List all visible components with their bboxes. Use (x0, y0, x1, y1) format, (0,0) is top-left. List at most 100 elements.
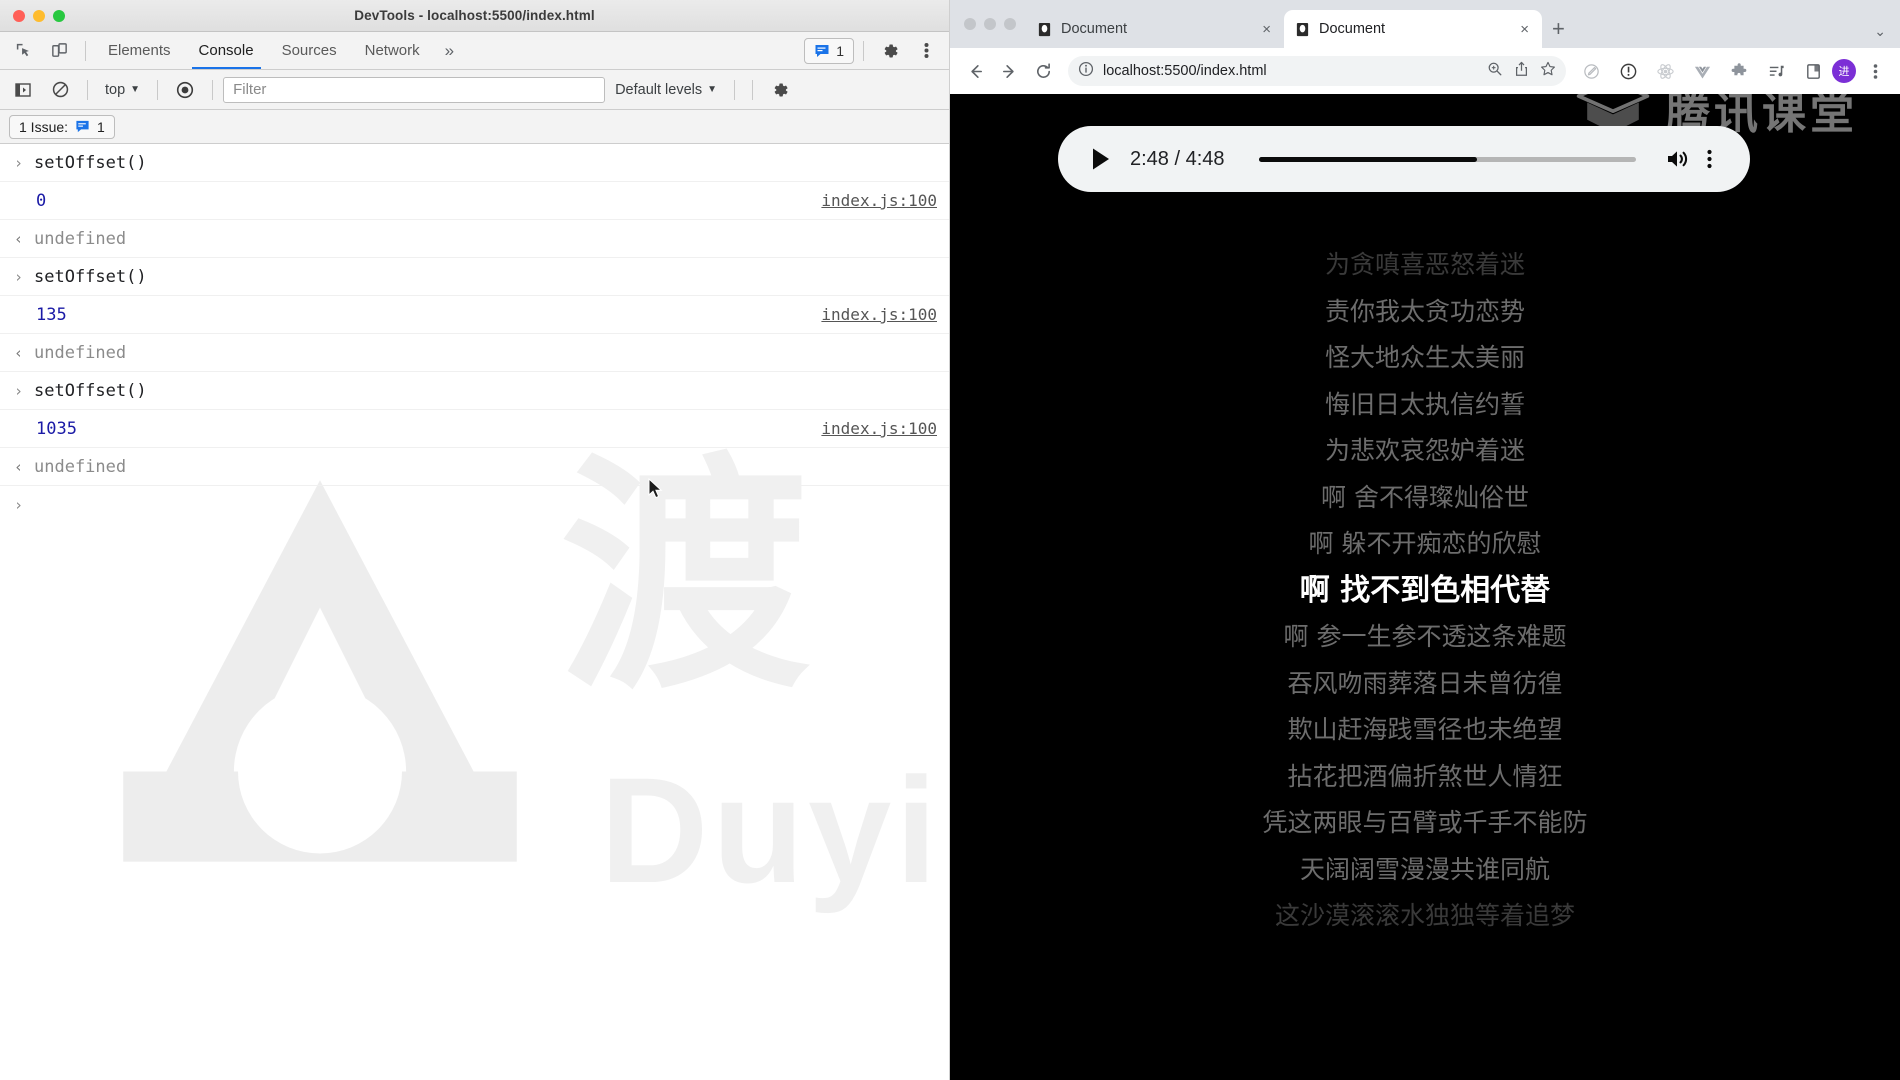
new-tab-plus-icon[interactable]: + (1552, 16, 1565, 42)
vue-devtools-icon[interactable] (1687, 56, 1717, 86)
browser-traffic-lights[interactable] (960, 0, 1026, 48)
filter-divider-3 (212, 79, 214, 100)
close-tab-icon[interactable]: × (1259, 21, 1274, 38)
close-window-button[interactable] (13, 9, 25, 22)
console-source-link[interactable]: index.js:100 (821, 305, 937, 324)
lyric-line[interactable]: 怪大地众生太美丽 (950, 335, 1900, 382)
zoom-magnifier-icon[interactable] (1487, 61, 1503, 81)
console-source-link[interactable]: index.js:100 (821, 419, 937, 438)
tab-search-chevron-icon[interactable]: ⌄ (1874, 23, 1900, 48)
lyric-line[interactable]: 啊 躲不开痴恋的欣慰 (950, 521, 1900, 568)
lyric-line[interactable]: 凭这两眼与百臂或千手不能防 (950, 800, 1900, 847)
lyric-line[interactable]: 责你我太贪功恋势 (950, 289, 1900, 336)
lyric-line-active[interactable]: 啊 找不到色相代替 (950, 568, 1900, 615)
console-row-input[interactable]: › setOffset() (0, 258, 949, 296)
console-row-value[interactable]: 135 index.js:100 (0, 296, 949, 334)
console-row-result[interactable]: ‹ undefined (0, 334, 949, 372)
devtools-tab-elements[interactable]: Elements (95, 33, 184, 69)
site-info-circle-icon[interactable] (1078, 61, 1094, 81)
input-arrow-icon: › (14, 267, 24, 286)
devtools-tab-console[interactable]: Console (186, 33, 267, 69)
console-message-area[interactable]: 渡 Duyi › setOffset() 0 index.js:100 ‹ un… (0, 144, 949, 1080)
media-list-icon[interactable] (1761, 56, 1791, 86)
issues-counter-button[interactable]: 1 (804, 37, 854, 64)
lyric-line[interactable]: 啊 舍不得璨灿俗世 (950, 475, 1900, 522)
console-row-result[interactable]: ‹ undefined (0, 220, 949, 258)
lyric-line[interactable]: 为悲欢哀怨妒着迷 (950, 428, 1900, 475)
lyrics-container[interactable]: 为贪嗔喜恶怒着迷 责你我太贪功恋势 怪大地众生太美丽 悔旧日太执信约誓 为悲欢哀… (950, 242, 1900, 1080)
issues-summary-chip[interactable]: 1 Issue: 1 (9, 114, 115, 139)
play-icon[interactable] (1084, 147, 1118, 171)
inspect-element-icon[interactable] (6, 36, 40, 66)
lyric-line[interactable]: 天阔阔雪漫漫共谁同航 (950, 847, 1900, 894)
progress-slider[interactable] (1258, 156, 1636, 162)
player-kebab-menu-icon[interactable] (1694, 148, 1724, 170)
lyric-line[interactable]: 这沙漠滚滚水独独等着追梦 (950, 893, 1900, 940)
browser-tab-1[interactable]: Document × (1026, 10, 1284, 48)
volume-high-icon[interactable] (1662, 147, 1694, 171)
issues-count: 1 (836, 42, 844, 59)
lyric-line[interactable]: 吞风吻雨葬落日未曾彷徨 (950, 661, 1900, 708)
toolbar-divider (85, 40, 86, 61)
execution-context-select[interactable]: top ▼ (98, 79, 147, 101)
live-expression-icon[interactable] (168, 75, 202, 105)
forward-arrow-icon[interactable] (994, 56, 1024, 86)
devtools-tab-sources[interactable]: Sources (269, 33, 350, 69)
avatar[interactable]: 进 (1832, 59, 1856, 83)
console-source-link[interactable]: index.js:100 (821, 191, 937, 210)
back-arrow-icon[interactable] (960, 56, 990, 86)
console-row-value[interactable]: 1035 index.js:100 (0, 410, 949, 448)
window-traffic-lights[interactable] (13, 9, 65, 22)
console-filter-input[interactable] (223, 76, 606, 103)
lyric-line[interactable]: 为贪嗔喜恶怒着迷 (950, 242, 1900, 289)
console-prompt-row[interactable]: › (0, 486, 949, 524)
extensions-puzzle-icon[interactable] (1724, 56, 1754, 86)
toolbar-divider-2 (863, 40, 864, 61)
minimize-window-button[interactable] (33, 9, 45, 22)
console-logged-value: 1035 (36, 418, 77, 439)
devtools-tabbar: Elements Console Sources Network » 1 (0, 32, 949, 70)
reading-list-icon[interactable] (1798, 56, 1828, 86)
react-devtools-icon[interactable] (1650, 56, 1680, 86)
lyric-line[interactable]: 悔旧日太执信约誓 (950, 382, 1900, 429)
document-favicon (1036, 21, 1053, 38)
browser-tab-2[interactable]: Document × (1284, 10, 1542, 48)
console-sidebar-icon[interactable] (6, 75, 40, 105)
player-time-display: 2:48 / 4:48 (1130, 147, 1225, 170)
minimize-window-button[interactable] (984, 18, 996, 30)
bookmark-star-icon[interactable] (1540, 61, 1556, 81)
info-circle-icon[interactable] (1613, 56, 1643, 86)
console-logged-value: 135 (36, 304, 67, 325)
reload-icon[interactable] (1028, 56, 1058, 86)
clear-console-icon[interactable] (43, 75, 77, 105)
console-result-value: undefined (34, 456, 127, 477)
audio-player-controls[interactable]: 2:48 / 4:48 (1058, 126, 1750, 192)
lyric-line[interactable]: 啊 参一生参不透这条难题 (950, 614, 1900, 661)
console-expression: setOffset() (34, 152, 147, 173)
console-row-value[interactable]: 0 index.js:100 (0, 182, 949, 220)
log-levels-select[interactable]: Default levels ▼ (608, 79, 724, 101)
console-expression: setOffset() (34, 380, 147, 401)
console-settings-gear-icon[interactable] (763, 75, 797, 105)
more-tabs-chevron-icon[interactable]: » (435, 41, 464, 61)
kebab-menu-icon[interactable] (909, 36, 943, 66)
console-row-input[interactable]: › setOffset() (0, 144, 949, 182)
gear-icon[interactable] (873, 36, 907, 66)
close-window-button[interactable] (964, 18, 976, 30)
browser-kebab-menu-icon[interactable] (1860, 56, 1890, 86)
result-arrow-icon: ‹ (14, 229, 24, 248)
issue-speech-bubble-icon (76, 120, 89, 133)
console-row-input[interactable]: › setOffset() (0, 372, 949, 410)
maximize-window-button[interactable] (1004, 18, 1016, 30)
device-toolbar-icon[interactable] (42, 36, 76, 66)
devtools-tab-network[interactable]: Network (352, 33, 433, 69)
close-tab-icon[interactable]: × (1517, 21, 1532, 38)
maximize-window-button[interactable] (53, 9, 65, 22)
address-bar[interactable]: localhost:5500/index.html (1068, 56, 1566, 86)
watermark-subtext: Duyi (600, 746, 942, 914)
share-icon[interactable] (1514, 61, 1529, 81)
lyric-line[interactable]: 拈花把酒偏折煞世人情狂 (950, 754, 1900, 801)
pen-annotation-icon[interactable] (1576, 56, 1606, 86)
console-row-result[interactable]: ‹ undefined (0, 448, 949, 486)
lyric-line[interactable]: 欺山赶海践雪径也未绝望 (950, 707, 1900, 754)
